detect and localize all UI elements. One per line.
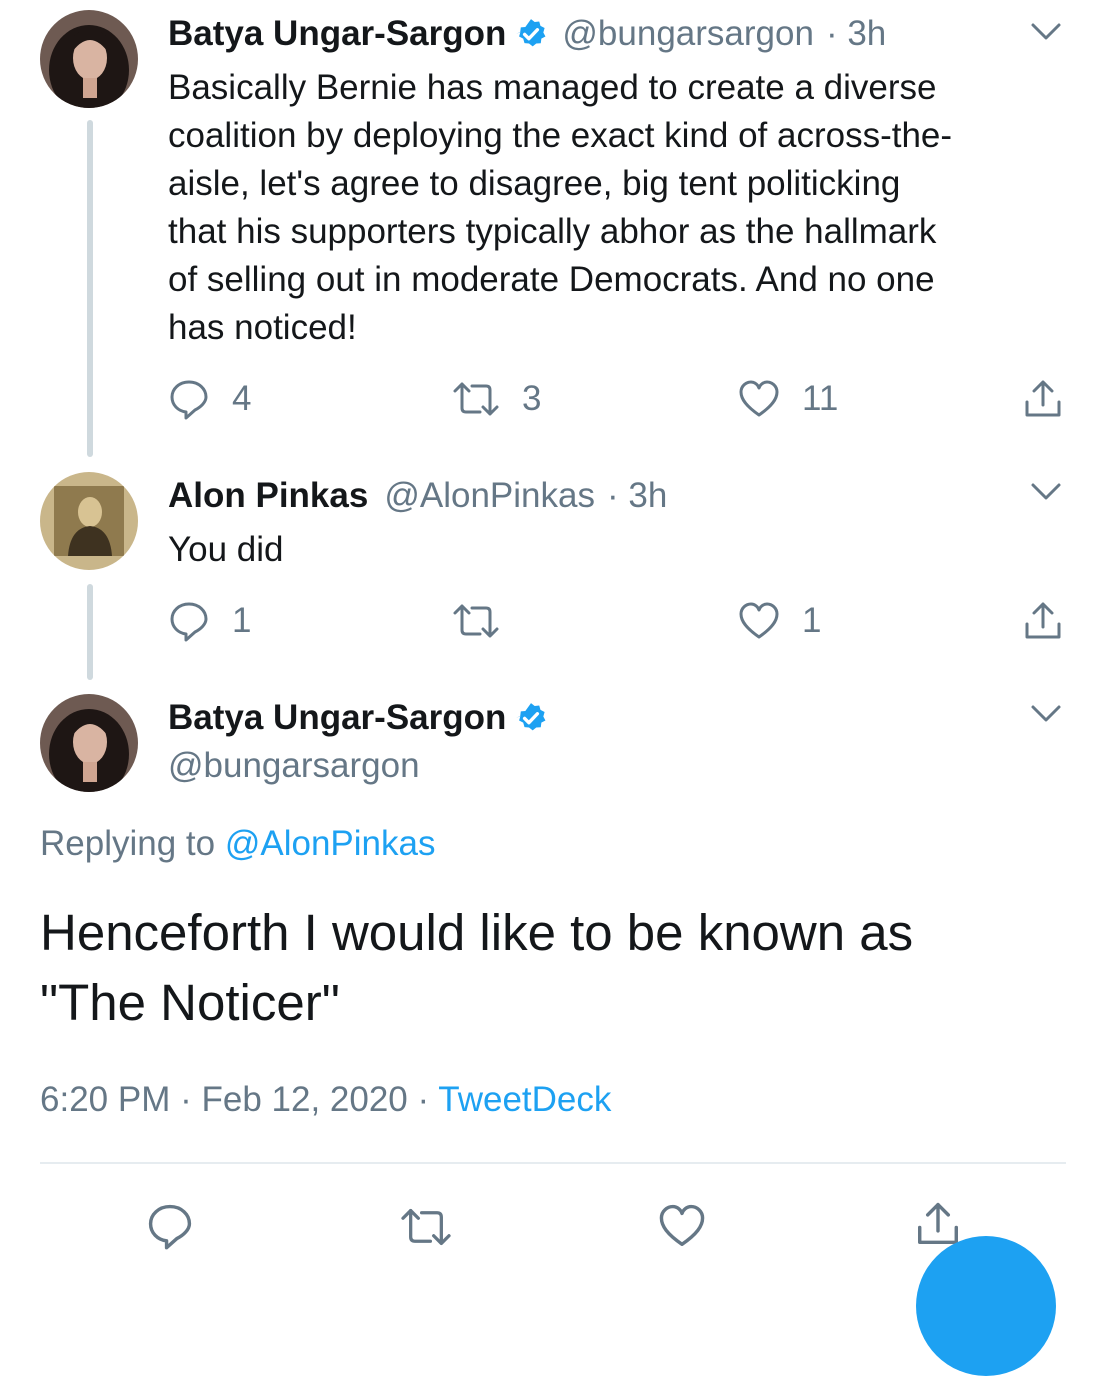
reply-button[interactable]: 1 xyxy=(168,600,251,642)
share-icon[interactable] xyxy=(1022,378,1064,420)
retweet-icon xyxy=(453,382,499,416)
compose-fab[interactable] xyxy=(916,1236,1056,1376)
tweet-header: Batya Ungar-Sargon @bungarsargon · 3h xyxy=(168,14,886,54)
retweet-icon[interactable] xyxy=(398,1204,454,1250)
tweet-text-line: coalition by deploying the exact kind of… xyxy=(168,116,953,155)
chevron-down-icon[interactable] xyxy=(1030,22,1062,42)
replying-to-link[interactable]: @AlonPinkas xyxy=(225,824,436,863)
tweet-text-line: Basically Bernie has managed to create a… xyxy=(168,68,937,107)
tweet-date: Feb 12, 2020 xyxy=(201,1080,408,1119)
verified-badge-icon xyxy=(516,703,546,731)
tweet-source[interactable]: TweetDeck xyxy=(438,1080,611,1119)
share-icon[interactable] xyxy=(1022,600,1064,642)
avatar[interactable] xyxy=(40,694,138,792)
reply-icon xyxy=(170,602,208,642)
display-name[interactable]: Batya Ungar-Sargon xyxy=(168,14,506,54)
reply-count: 4 xyxy=(232,379,252,418)
replying-to-label: Replying to xyxy=(40,824,216,863)
tweet-text-line: of selling out in moderate Democrats. An… xyxy=(168,260,935,299)
like-button[interactable]: 1 xyxy=(738,600,821,642)
tweet-time: 6:20 PM xyxy=(40,1080,171,1119)
reply-count: 1 xyxy=(232,601,252,640)
like-count: 11 xyxy=(802,379,839,418)
tweet-header: Batya Ungar-Sargon xyxy=(168,698,548,738)
timestamp[interactable]: · 3h xyxy=(826,14,886,54)
retweet-button[interactable]: 3 xyxy=(452,378,541,420)
retweet-icon xyxy=(453,604,499,638)
reply-button[interactable]: 4 xyxy=(168,378,251,420)
display-name[interactable]: Alon Pinkas xyxy=(168,476,368,516)
chevron-down-icon[interactable] xyxy=(1030,704,1062,724)
tweet-text-line: aisle, let's agree to disagree, big tent… xyxy=(168,164,901,203)
thread-line xyxy=(87,584,93,680)
share-icon[interactable] xyxy=(914,1200,962,1248)
avatar[interactable] xyxy=(40,10,138,108)
display-name[interactable]: Batya Ungar-Sargon xyxy=(168,698,506,738)
retweet-button[interactable] xyxy=(452,600,522,642)
tweet-header: Alon Pinkas @AlonPinkas · 3h xyxy=(168,476,667,516)
separator: · xyxy=(417,1080,430,1119)
avatar[interactable] xyxy=(40,472,138,570)
handle[interactable]: @bungarsargon xyxy=(168,746,420,786)
tweet-text: Basically Bernie has managed to create a… xyxy=(168,64,1068,352)
like-button[interactable]: 11 xyxy=(738,378,838,420)
thread-line xyxy=(87,120,93,457)
tweet-text-line: that his supporters typically abhor as t… xyxy=(168,212,937,251)
tweet-meta: 6:20 PM · Feb 12, 2020 · TweetDeck xyxy=(40,1080,611,1120)
tweet-text-line: "The Noticer" xyxy=(40,974,340,1031)
timestamp[interactable]: · 3h xyxy=(607,476,667,516)
tweet-text-line: Henceforth I would like to be known as xyxy=(40,904,914,961)
verified-badge-icon xyxy=(516,19,546,47)
heart-icon xyxy=(739,602,779,639)
retweet-count: 3 xyxy=(522,379,542,418)
tweet-text: You did xyxy=(168,530,284,569)
chevron-down-icon[interactable] xyxy=(1030,482,1062,502)
reply-icon[interactable] xyxy=(146,1202,194,1250)
tweet-text-line: has noticed! xyxy=(168,308,357,347)
like-count: 1 xyxy=(802,601,822,640)
heart-icon xyxy=(739,380,779,417)
divider xyxy=(40,1162,1066,1164)
reply-icon xyxy=(170,380,208,420)
heart-icon[interactable] xyxy=(658,1202,706,1250)
handle[interactable]: @AlonPinkas xyxy=(384,476,595,516)
handle[interactable]: @bungarsargon xyxy=(562,14,814,54)
replying-to: Replying to @AlonPinkas xyxy=(40,824,435,864)
focused-tweet-text: Henceforth I would like to be known as "… xyxy=(40,898,1060,1038)
separator: · xyxy=(180,1080,192,1119)
